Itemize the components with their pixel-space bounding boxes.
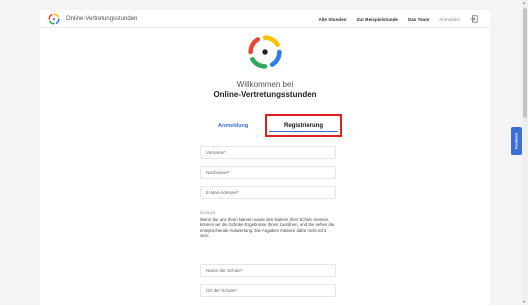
tab-register-label: Registrierung	[283, 122, 323, 129]
first-name-placeholder: Vorname*	[206, 150, 226, 155]
page: Online-Vertretungsstunden Alle Stunden Z…	[0, 0, 522, 305]
page-title: Online-Vertretungsstunden	[213, 90, 317, 99]
school-name-field[interactable]: Name der Schule*	[200, 264, 336, 277]
tab-register[interactable]: Registrierung	[265, 114, 342, 137]
welcome-text: Willkommen bei	[236, 80, 294, 89]
nav-link-all-hours[interactable]: Alle Stunden	[319, 17, 347, 22]
brand[interactable]: Online-Vertretungsstunden	[48, 13, 137, 25]
login-icon[interactable]	[470, 15, 478, 23]
school-section-label: SCHULE	[200, 211, 216, 215]
last-name-placeholder: Nachname*	[206, 170, 230, 175]
brand-name: Online-Vertretungsstunden	[66, 16, 138, 22]
logo-large-icon	[248, 35, 282, 69]
scroll-up-arrow-icon[interactable]: ▴	[523, 1, 525, 5]
vertical-scrollbar[interactable]: ▴ ▾	[522, 0, 528, 305]
top-navbar: Online-Vertretungsstunden Alle Stunden Z…	[40, 10, 490, 28]
main-nav: Alle Stunden Zur Beispielstunde Das Team…	[319, 15, 479, 23]
scroll-thumb[interactable]	[523, 8, 527, 118]
feedback-button[interactable]: Feedback	[511, 127, 522, 155]
last-name-field[interactable]: Nachname*	[200, 166, 336, 179]
school-city-field[interactable]: Ort der Schule*	[200, 284, 336, 297]
school-name-placeholder: Name der Schule*	[206, 268, 243, 273]
logo-icon	[48, 13, 60, 25]
email-placeholder: E-Mail-Adresse*	[206, 190, 239, 195]
tab-login[interactable]: Anmeldung	[218, 123, 248, 129]
feedback-label: Feedback	[514, 132, 519, 150]
scroll-down-arrow-icon[interactable]: ▾	[523, 300, 525, 304]
main-content: Willkommen bei Online-Vertretungsstunden…	[40, 28, 490, 305]
school-city-placeholder: Ort der Schule*	[206, 288, 237, 293]
email-field[interactable]: E-Mail-Adresse*	[200, 186, 336, 199]
nav-link-team[interactable]: Das Team	[408, 17, 429, 22]
school-info-text: Wenn Sie uns Ihren Namen sowie den Namen…	[200, 217, 335, 239]
nav-link-sample-lesson[interactable]: Zur Beispielstunde	[357, 17, 398, 22]
first-name-field[interactable]: Vorname*	[200, 146, 336, 159]
nav-link-login[interactable]: Anmelden	[439, 17, 460, 22]
